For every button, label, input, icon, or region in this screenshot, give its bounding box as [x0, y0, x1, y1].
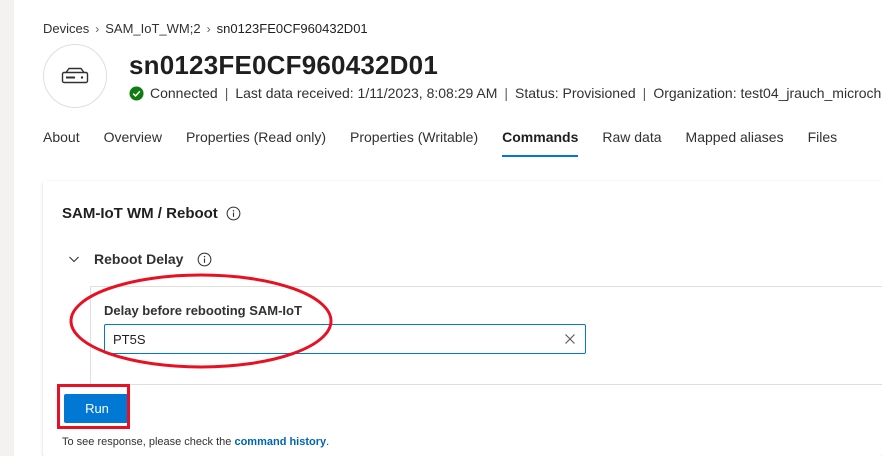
clear-icon[interactable]: [564, 333, 576, 345]
device-status-line: Connected | Last data received: 1/11/202…: [129, 85, 882, 101]
device-avatar: [43, 44, 107, 108]
organization: Organization: test04_jrauch_microchip: [653, 85, 882, 101]
response-note-text: To see response, please check the: [62, 436, 232, 448]
chevron-down-icon[interactable]: [68, 253, 80, 265]
command-history-link[interactable]: command history: [234, 436, 326, 448]
chevron-right-icon: ›: [95, 21, 100, 36]
device-icon: [61, 67, 89, 84]
info-icon[interactable]: [197, 252, 212, 267]
command-title-text: SAM-IoT WM / Reboot: [62, 205, 218, 222]
tab-mapped-aliases[interactable]: Mapped aliases: [686, 129, 784, 161]
response-note-suffix: .: [326, 436, 330, 448]
breadcrumb-template[interactable]: SAM_IoT_WM;2: [105, 21, 200, 36]
command-card: SAM-IoT WM / Reboot Reboot Delay Delay b…: [43, 181, 882, 456]
info-icon[interactable]: [226, 206, 241, 221]
divider: |: [504, 85, 509, 101]
tab-files[interactable]: Files: [808, 129, 838, 161]
check-circle-icon: [129, 85, 144, 101]
response-note: To see response, please check the comman…: [62, 436, 329, 448]
run-button[interactable]: Run: [64, 394, 130, 423]
delay-input[interactable]: [104, 324, 586, 354]
device-name: sn0123FE0CF960432D01: [129, 50, 438, 80]
tab-properties-writable[interactable]: Properties (Writable): [350, 129, 478, 161]
tab-commands[interactable]: Commands: [502, 129, 579, 161]
tab-about[interactable]: About: [43, 129, 80, 161]
tab-properties-read-only[interactable]: Properties (Read only): [186, 129, 326, 161]
breadcrumb-current: sn0123FE0CF960432D01: [216, 21, 368, 36]
tab-overview[interactable]: Overview: [104, 129, 162, 161]
parameter-name: Reboot Delay: [94, 251, 184, 267]
chevron-right-icon: ›: [206, 21, 211, 36]
divider: |: [224, 85, 229, 101]
command-title: SAM-IoT WM / Reboot: [62, 205, 241, 222]
connection-status: Connected: [150, 85, 218, 101]
tab-bar: About Overview Properties (Read only) Pr…: [43, 129, 861, 161]
breadcrumb-devices[interactable]: Devices: [43, 21, 89, 36]
delay-field-label: Delay before rebooting SAM-IoT: [104, 303, 302, 318]
tab-raw-data[interactable]: Raw data: [602, 129, 661, 161]
divider: |: [642, 85, 647, 101]
breadcrumb: Devices › SAM_IoT_WM;2 › sn0123FE0CF9604…: [43, 21, 368, 36]
provision-status: Status: Provisioned: [515, 85, 636, 101]
last-data-received: Last data received: 1/11/2023, 8:08:29 A…: [235, 85, 498, 101]
parameter-header[interactable]: Reboot Delay: [68, 251, 212, 267]
parameter-panel: Delay before rebooting SAM-IoT: [90, 286, 882, 385]
